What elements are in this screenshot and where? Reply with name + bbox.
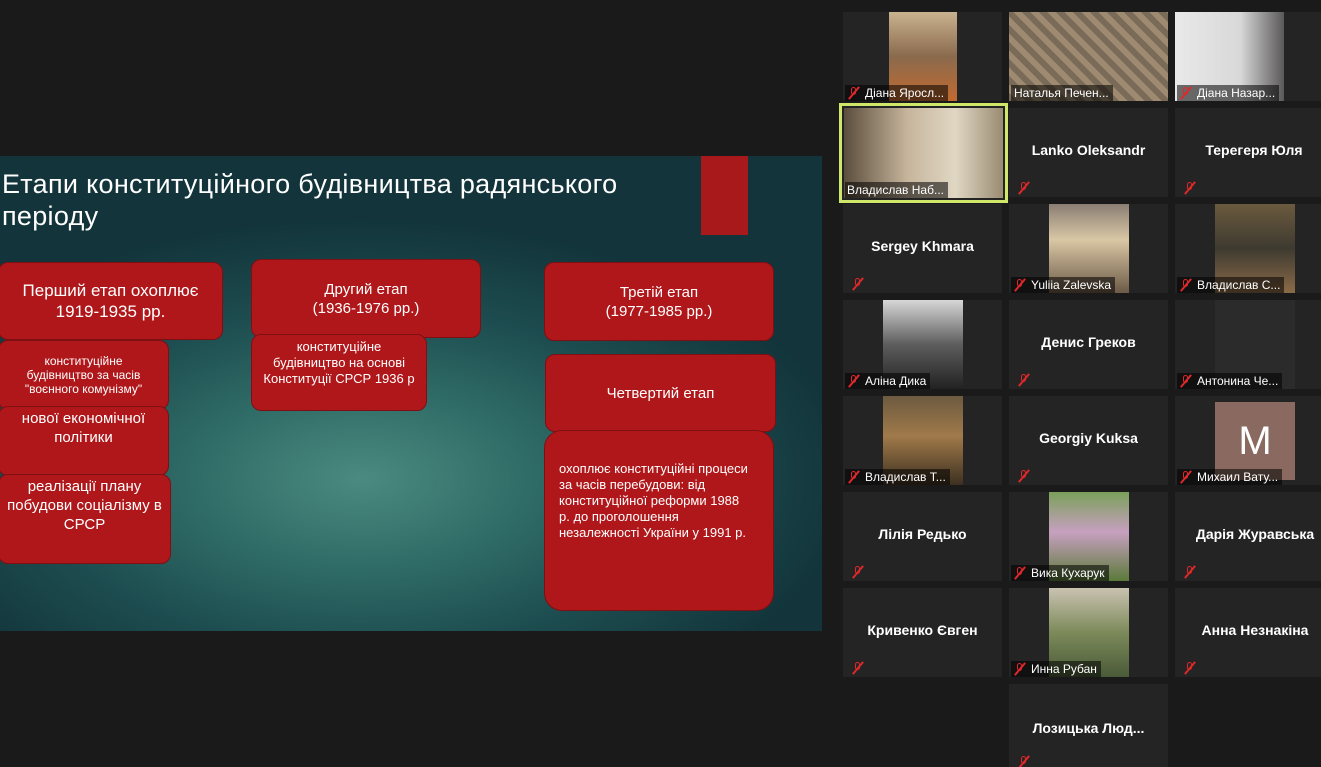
participant-tile[interactable]: Yuliia Zalevska <box>1009 204 1168 293</box>
stage1-text: Перший етап охоплює 1919-1935 рр. <box>22 281 199 321</box>
participant-name: Михаил Вату... <box>1197 470 1279 484</box>
stage1-box: Перший етап охоплює 1919-1935 рр. <box>0 262 223 340</box>
mic-muted-icon <box>1017 469 1031 483</box>
participant-name: Дарія Журавська <box>1195 526 1315 542</box>
stage4-box: Четвертий етап <box>545 354 776 432</box>
participant-name: Владислав Т... <box>865 470 946 484</box>
mic-muted-icon <box>1179 470 1193 484</box>
participant-label: Наталья Печен... <box>1011 85 1113 101</box>
mic-muted-icon <box>1183 181 1197 195</box>
participant-name: Лозицька Люд... <box>1032 720 1145 736</box>
mic-muted-icon <box>851 277 865 291</box>
participant-label: Yuliia Zalevska <box>1011 277 1116 293</box>
stage1-item1-text: конституційне будівництво за часів "воєн… <box>24 354 143 396</box>
stage1-item3-text: реалізації плану побудови соціалізму в С… <box>7 478 162 533</box>
stage2-item1-box: конституційне будівництво на основі Конс… <box>251 334 427 411</box>
participant-tile[interactable]: Кривенко Євген <box>843 588 1002 677</box>
participant-name: Лілія Редько <box>878 526 967 542</box>
participant-name: Наталья Печен... <box>1014 86 1109 100</box>
participant-name: Yuliia Zalevska <box>1031 278 1112 292</box>
participant-tile[interactable]: Аліна Дика <box>843 300 1002 389</box>
stage1-item3-box: реалізації плану побудови соціалізму в С… <box>0 474 171 564</box>
slide-title: Етапи конституційного будівництва радянс… <box>2 169 618 231</box>
participant-tile[interactable]: Дарія Журавська <box>1175 492 1321 581</box>
participant-name: Діана Назар... <box>1197 86 1276 100</box>
participant-name: Антонина Че... <box>1197 374 1279 388</box>
participant-name: Sergey Khmara <box>871 238 974 254</box>
mic-muted-icon <box>847 470 861 484</box>
participant-tile[interactable]: Лілія Редько <box>843 492 1002 581</box>
mic-muted-icon <box>1017 373 1031 387</box>
mic-muted-icon <box>1017 755 1031 767</box>
participant-label: Вика Кухарук <box>1011 565 1109 581</box>
participant-tile[interactable]: Діана Яросл... <box>843 12 1002 101</box>
participant-label: Владислав С... <box>1177 277 1285 293</box>
shared-screen-slide: Етапи конституційного будівництва радянс… <box>0 156 822 631</box>
participant-label: Діана Яросл... <box>845 85 949 101</box>
participant-label: Владислав Т... <box>845 469 950 485</box>
stage1-item1-box: конституційне будівництво за часів "воєн… <box>0 340 169 410</box>
mic-muted-icon <box>1017 181 1031 195</box>
participant-tile[interactable]: Лозицька Люд... <box>1009 684 1168 767</box>
participant-label: Михаил Вату... <box>1177 469 1283 485</box>
participant-name: Денис Греков <box>1041 334 1136 350</box>
participant-tile[interactable]: Антонина Че... <box>1175 300 1321 389</box>
stage3-text: Третій етап (1977-1985 рр.) <box>605 283 713 320</box>
participant-tile[interactable]: Инна Рубан <box>1009 588 1168 677</box>
participant-tile[interactable]: Владислав Т... <box>843 396 1002 485</box>
participant-label: Аліна Дика <box>845 373 931 389</box>
slide-accent-bar <box>701 156 748 235</box>
participant-name: Аліна Дика <box>865 374 927 388</box>
stage2-text: Другий етап (1936-1976 рр.) <box>312 280 420 317</box>
stage4-item1-text: охоплює конституційні процеси за часів п… <box>559 461 748 540</box>
participant-name: Владислав С... <box>1197 278 1281 292</box>
participant-name: Діана Яросл... <box>865 86 945 100</box>
mic-muted-icon <box>1179 278 1193 292</box>
mic-muted-icon <box>1013 278 1027 292</box>
stage1-item2-text: нової економічної політики <box>21 410 146 446</box>
stage4-item1-box: охоплює конституційні процеси за часів п… <box>544 430 774 611</box>
stage4-text: Четвертий етап <box>606 384 715 402</box>
participant-name: Lanko Oleksandr <box>1031 142 1146 158</box>
participant-name: Инна Рубан <box>1031 662 1097 676</box>
participant-name: Georgiy Kuksa <box>1039 430 1138 446</box>
participant-tile[interactable]: Наталья Печен... <box>1009 12 1168 101</box>
mic-muted-icon <box>851 565 865 579</box>
participant-label: Антонина Че... <box>1177 373 1283 389</box>
mic-muted-icon <box>847 86 861 100</box>
participant-label: Діана Назар... <box>1177 85 1280 101</box>
stage2-box: Другий етап (1936-1976 рр.) <box>251 259 481 338</box>
participant-tile[interactable]: Lanko Oleksandr <box>1009 108 1168 197</box>
participant-tile[interactable]: Georgiy Kuksa <box>1009 396 1168 485</box>
participant-name: Владислав Наб... <box>847 183 944 197</box>
stage2-item1-text: конституційне будівництво на основі Конс… <box>263 339 415 386</box>
stage3-box: Третій етап (1977-1985 рр.) <box>544 262 774 341</box>
mic-muted-icon <box>1013 566 1027 580</box>
participant-tile[interactable]: Терегеря Юля <box>1175 108 1321 197</box>
participant-tile[interactable]: M Михаил Вату... <box>1175 396 1321 485</box>
participant-tile[interactable]: Владислав С... <box>1175 204 1321 293</box>
mic-muted-icon <box>847 374 861 388</box>
participant-tile-active-speaker[interactable]: Владислав Наб... <box>839 103 1008 203</box>
mic-muted-icon <box>1183 661 1197 675</box>
participant-tile[interactable]: Анна Незнакіна <box>1175 588 1321 677</box>
participant-tile[interactable]: Денис Греков <box>1009 300 1168 389</box>
mic-muted-icon <box>1183 565 1197 579</box>
participant-tile[interactable]: Діана Назар... <box>1175 12 1321 101</box>
participant-name: Вика Кухарук <box>1031 566 1105 580</box>
participant-name: Кривенко Євген <box>867 622 978 638</box>
mic-muted-icon <box>851 661 865 675</box>
participant-label: Владислав Наб... <box>845 182 948 198</box>
stage1-item2-box: нової економічної політики <box>0 406 169 476</box>
participant-name: Терегеря Юля <box>1205 142 1303 158</box>
mic-muted-icon <box>1179 86 1193 100</box>
mic-muted-icon <box>1179 374 1193 388</box>
participant-tile[interactable]: Sergey Khmara <box>843 204 1002 293</box>
participant-name: Анна Незнакіна <box>1201 622 1309 638</box>
participant-tile[interactable]: Вика Кухарук <box>1009 492 1168 581</box>
mic-muted-icon <box>1013 662 1027 676</box>
participant-label: Инна Рубан <box>1011 661 1101 677</box>
